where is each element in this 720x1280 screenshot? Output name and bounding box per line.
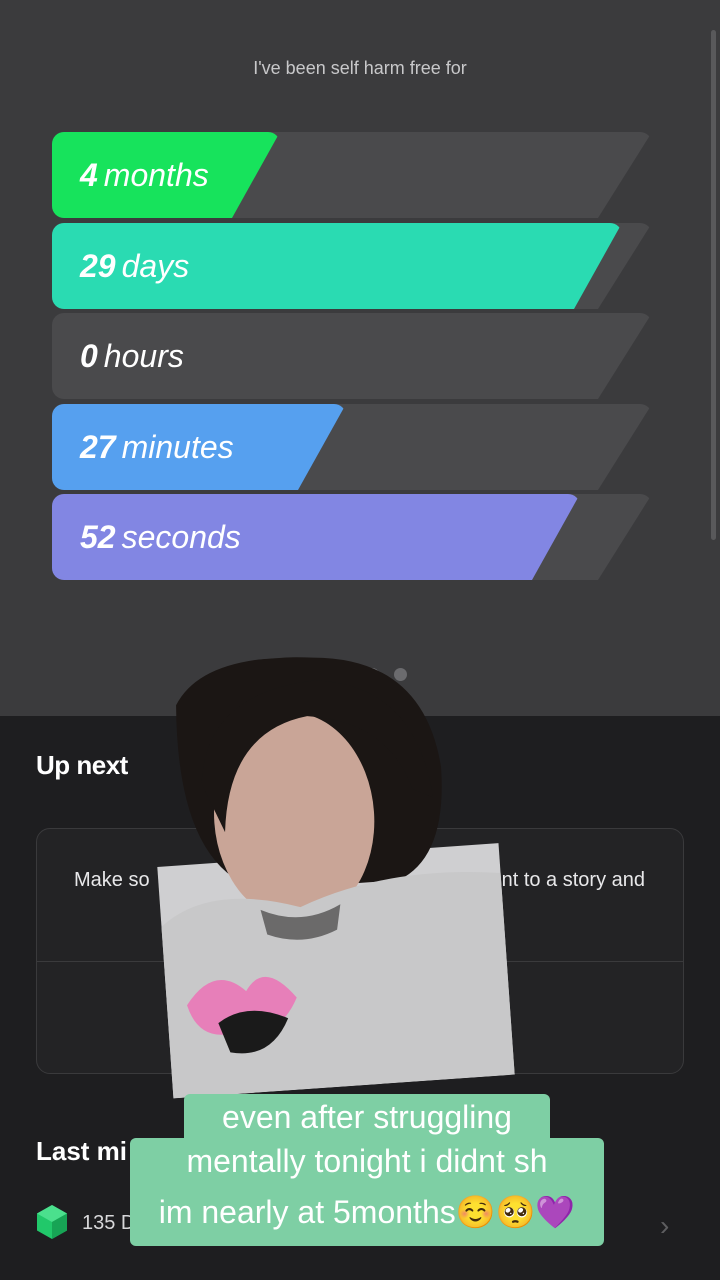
bar-number: 29	[80, 248, 116, 284]
person-video-overlay	[133, 643, 524, 1099]
video-caption: even after struggling mentally tonight i…	[130, 1094, 604, 1246]
streak-bar-days: 29 days	[52, 223, 652, 309]
up-next-title: Up next	[36, 750, 128, 780]
card-text: Make so	[74, 869, 150, 891]
bar-unit: days	[121, 248, 190, 284]
streak-bar-minutes: 27 minutes	[52, 404, 652, 490]
streak-bar-months: 4 months	[52, 132, 652, 218]
caption-line: im nearly at 5months☺️🥺💜	[130, 1184, 604, 1246]
scrollbar[interactable]	[711, 30, 716, 540]
bar-unit: seconds	[121, 519, 241, 555]
last-milestone-title: Last mi	[36, 1136, 128, 1166]
chevron-right-icon[interactable]: ›	[660, 1210, 669, 1242]
bar-number: 52	[80, 519, 116, 555]
caption-line: even after struggling	[184, 1094, 550, 1140]
card-text-continued: nt to a story and	[501, 869, 645, 891]
bar-number: 0	[80, 338, 98, 374]
caption-line: mentally tonight i didnt sh	[130, 1138, 604, 1184]
bar-label-seconds: 52 seconds	[80, 494, 241, 580]
streak-heading: I've been self harm free for	[253, 58, 467, 78]
milestone-count: 135 D	[82, 1212, 136, 1234]
bar-unit: hours	[103, 338, 184, 374]
bar-unit: minutes	[121, 429, 234, 465]
bar-label-months: 4 months	[80, 132, 209, 218]
streak-panel: I've been self harm free for 4 months 29 da…	[0, 0, 720, 716]
bar-label-days: 29 days	[80, 223, 189, 309]
streak-bar-seconds: 52 seconds	[52, 494, 652, 580]
bar-label-minutes: 27 minutes	[80, 404, 234, 490]
streak-bar-hours: 0 hours	[52, 313, 652, 399]
bar-number: 27	[80, 429, 116, 465]
bar-unit: months	[103, 157, 209, 193]
hexagon-icon	[36, 1204, 68, 1240]
bar-number: 4	[80, 157, 98, 193]
bar-label-hours: 0 hours	[80, 313, 184, 399]
